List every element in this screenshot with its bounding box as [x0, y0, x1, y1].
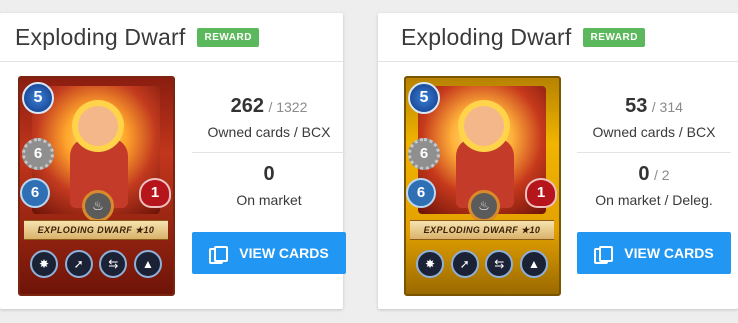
view-cards-label: VIEW CARDS — [239, 245, 329, 261]
reward-badge: REWARD — [583, 27, 645, 47]
dwarf-head — [464, 106, 504, 146]
owned-label: Owned cards / BCX — [592, 124, 716, 140]
view-cards-label: VIEW CARDS — [624, 245, 714, 261]
blast-ability-icon: ✸ — [30, 250, 58, 278]
dwarf-head — [78, 106, 118, 146]
card-image[interactable]: 5 6 6 1 ♨ EXPLODING DWARF ★10 ✸ ➚ ⇆ ▲ — [18, 76, 175, 296]
market-count: 0 — [263, 163, 275, 185]
panel-header: Exploding Dwarf REWARD — [378, 13, 738, 62]
blast-ability-icon: ✸ — [416, 250, 444, 278]
sneak-ability-icon: ➚ — [64, 250, 93, 278]
attack-stat: 6 — [22, 138, 54, 170]
fire-element-icon: ♨ — [468, 190, 500, 222]
card-title: Exploding Dwarf — [401, 23, 572, 50]
shield-ability-icon: ▲ — [133, 250, 162, 278]
owned-label: Owned cards / BCX — [207, 124, 331, 140]
panel-header: Exploding Dwarf REWARD — [0, 13, 343, 62]
card-image[interactable]: 5 6 6 1 ♨ EXPLODING DWARF ★10 ✸ ➚ ⇆ ▲ — [404, 76, 561, 296]
owned-count: 262 — [230, 95, 264, 117]
owned-total: / 1322 — [268, 99, 308, 115]
view-cards-icon — [594, 246, 614, 264]
shield-ability-icon: ▲ — [519, 250, 548, 278]
owned-count: 53 — [625, 95, 648, 117]
divider — [192, 152, 346, 153]
speed-stat: 6 — [20, 178, 50, 208]
card-panel-gold: Exploding Dwarf REWARD 5 6 6 1 ♨ EXPLODI… — [378, 13, 738, 309]
card-panel-regular: Exploding Dwarf REWARD 5 6 6 1 ♨ EXPLODI… — [0, 13, 346, 309]
market-label: On market / Deleg. — [595, 192, 713, 208]
health-stat: 1 — [525, 178, 557, 208]
ability-row: ✸ ➚ ⇆ ▲ — [30, 250, 162, 278]
attack-stat: 6 — [408, 138, 440, 170]
market-label: On market — [236, 192, 302, 208]
divider — [577, 152, 731, 153]
swap-ability-icon: ⇆ — [485, 250, 514, 278]
health-stat: 1 — [139, 178, 171, 208]
view-cards-button[interactable]: VIEW CARDS — [577, 232, 731, 274]
sneak-ability-icon: ➚ — [450, 250, 479, 278]
view-cards-button[interactable]: VIEW CARDS — [192, 232, 346, 274]
mana-cost: 5 — [22, 82, 54, 114]
owned-total: / 314 — [651, 99, 683, 115]
fire-element-icon: ♨ — [82, 190, 114, 222]
speed-stat: 6 — [406, 178, 436, 208]
mana-cost: 5 — [408, 82, 440, 114]
market-total: / 2 — [654, 167, 670, 183]
card-title: Exploding Dwarf — [15, 23, 186, 50]
card-name-banner: EXPLODING DWARF ★10 — [24, 220, 168, 240]
card-stats: 262 / 1322 Owned cards / BCX 0 On market — [192, 95, 346, 208]
swap-ability-icon: ⇆ — [99, 250, 128, 278]
view-cards-icon — [209, 246, 229, 264]
ability-row: ✸ ➚ ⇆ ▲ — [416, 250, 548, 278]
card-name-banner: EXPLODING DWARF ★10 — [410, 220, 554, 240]
card-stats: 53 / 314 Owned cards / BCX 0 / 2 On mark… — [577, 95, 731, 208]
reward-badge: REWARD — [197, 27, 259, 47]
market-count: 0 — [638, 163, 650, 185]
